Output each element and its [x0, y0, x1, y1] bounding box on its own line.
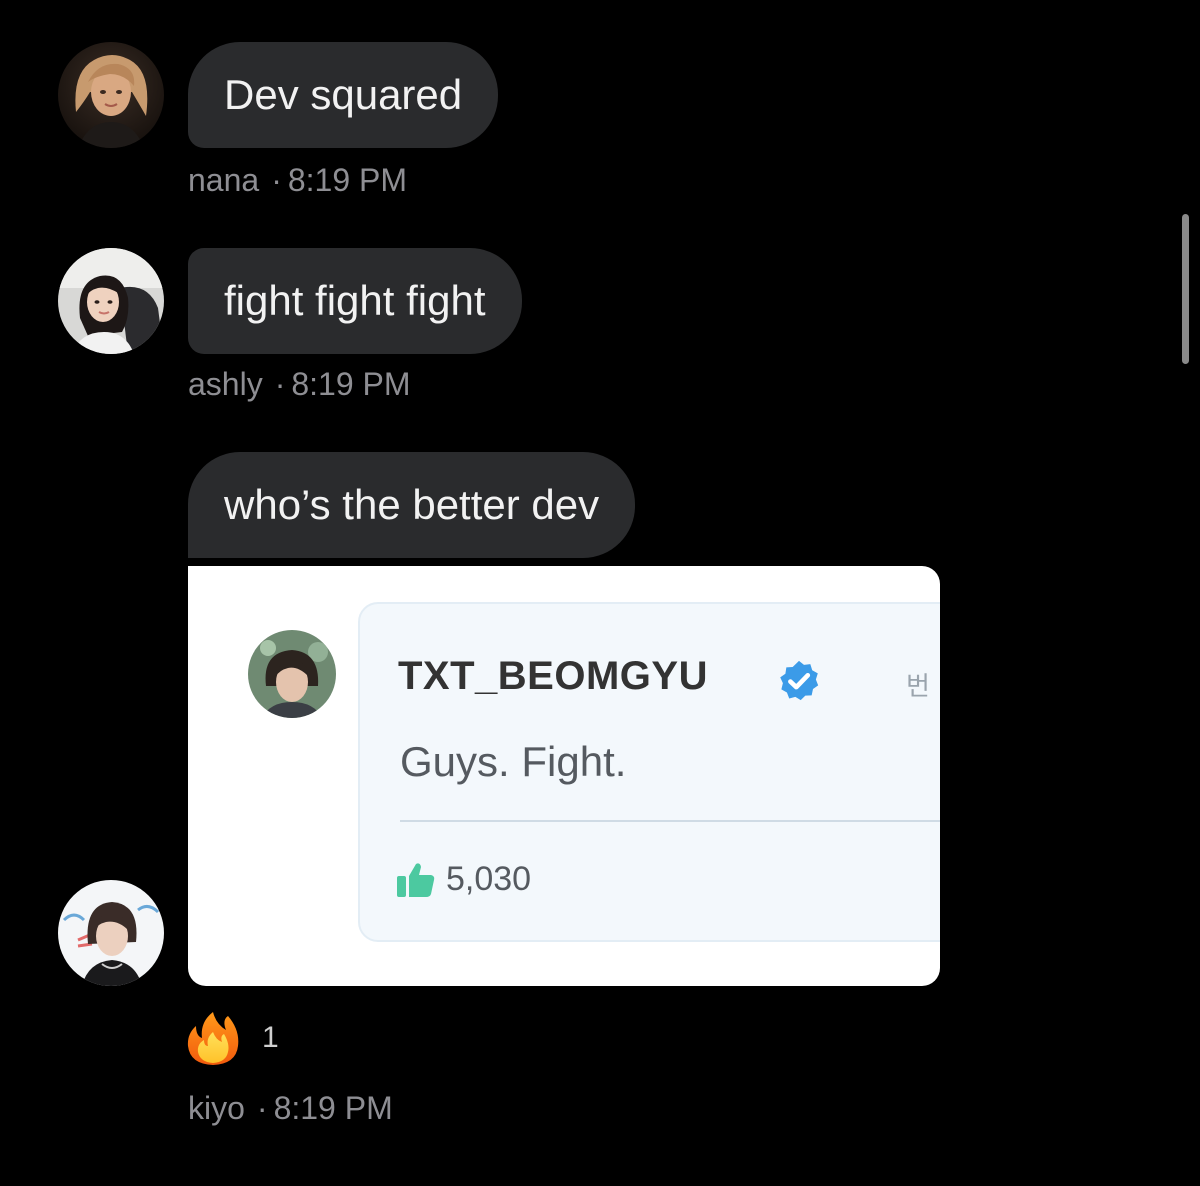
separator: · [271, 162, 282, 198]
tweet-author-name: TXT_BEOMGYU [398, 654, 708, 698]
message-text: who’s the better dev [224, 481, 600, 528]
message-meta: nana · 8:19 PM [188, 162, 407, 199]
message-time: 8:19 PM [291, 366, 411, 402]
scrollbar-thumb[interactable] [1182, 214, 1189, 364]
user-avatar-ashly-icon [58, 248, 164, 354]
tweet-divider [400, 820, 940, 822]
avatar-kiyo[interactable] [58, 880, 164, 986]
separator: · [256, 1090, 268, 1126]
verified-badge-icon [780, 660, 819, 701]
thumbs-up-icon [397, 863, 435, 897]
sender-name[interactable]: ashly [188, 366, 263, 402]
tweet-text: Guys. Fight. [400, 738, 627, 785]
tweet-card: TXT_BEOMGYU 번 Guys. Fight. 5,030 [248, 602, 940, 942]
message-meta: kiyo · 8:19 PM [188, 1090, 393, 1127]
truncated-glyph: 번 [906, 671, 930, 701]
tweet-avatar-icon [248, 630, 336, 718]
sender-name[interactable]: kiyo [188, 1090, 245, 1126]
sender-name[interactable]: nana [188, 162, 259, 198]
message-bubble[interactable]: fight fight fight [188, 248, 522, 354]
tweet-avatar [248, 630, 336, 718]
fire-emoji-icon [187, 1012, 239, 1065]
like-count: 5,030 [446, 860, 532, 898]
reaction-pill[interactable]: 1 [186, 1010, 279, 1066]
reaction-count: 1 [262, 1021, 279, 1054]
separator: · [274, 366, 286, 402]
message-bubble[interactable]: who’s the better dev [188, 452, 636, 558]
message-text: fight fight fight [224, 277, 486, 324]
avatar-nana[interactable] [58, 42, 164, 148]
message-meta: ashly · 8:19 PM [188, 366, 411, 403]
message-bubble[interactable]: Dev squared [188, 42, 499, 148]
message-time: 8:19 PM [287, 162, 408, 198]
avatar-ashly[interactable] [58, 248, 164, 354]
message-time: 8:19 PM [273, 1090, 393, 1126]
shared-image-attachment[interactable]: TXT_BEOMGYU 번 Guys. Fight. 5,030 [188, 566, 940, 986]
user-avatar-nana-icon [58, 42, 164, 148]
message-text: Dev squared [224, 71, 463, 118]
user-avatar-kiyo-icon [58, 880, 164, 986]
